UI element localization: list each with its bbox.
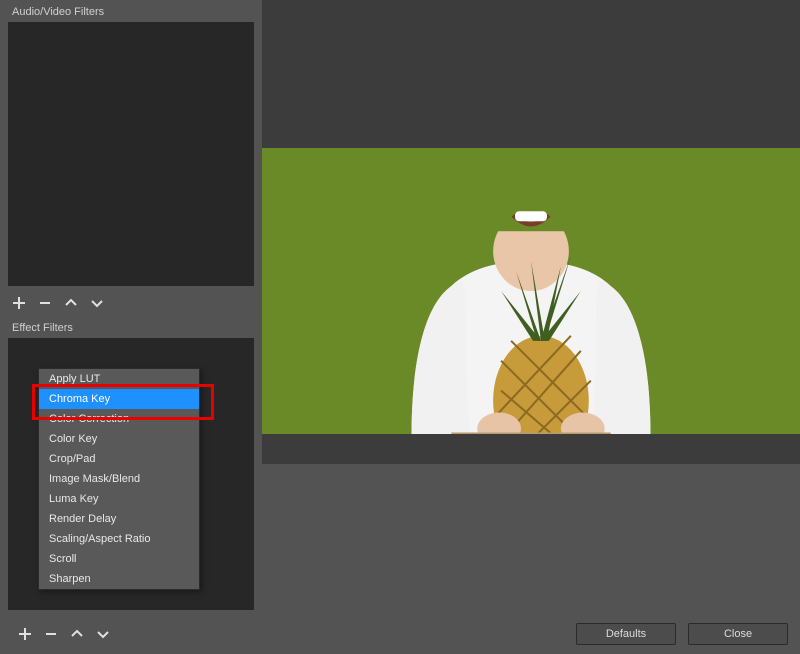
sidebar: Audio/Video Filters Effect Filters Apply… [0, 0, 262, 614]
remove-button[interactable] [36, 294, 54, 312]
move-down-button[interactable] [88, 294, 106, 312]
footer: Defaults Close [0, 614, 800, 654]
add-button[interactable] [10, 294, 28, 312]
defaults-button[interactable]: Defaults [576, 623, 676, 645]
effect-menu-item[interactable]: Image Mask/Blend [39, 469, 199, 489]
preview-area [262, 0, 800, 614]
effect-menu-item[interactable]: Luma Key [39, 489, 199, 509]
effect-filters-list[interactable]: Apply LUTChroma KeyColor CorrectionColor… [8, 338, 254, 610]
effect-menu-item[interactable]: Render Delay [39, 509, 199, 529]
audio-video-filters-title: Audio/Video Filters [0, 0, 262, 22]
remove-button[interactable] [42, 625, 60, 643]
effect-menu-item[interactable]: Scaling/Aspect Ratio [39, 529, 199, 549]
effect-menu-item[interactable]: Apply LUT [39, 369, 199, 389]
effect-menu-item[interactable]: Color Correction [39, 409, 199, 429]
effect-filters-title: Effect Filters [0, 316, 262, 338]
effect-filter-menu[interactable]: Apply LUTChroma KeyColor CorrectionColor… [38, 368, 200, 590]
close-button[interactable]: Close [688, 623, 788, 645]
move-up-button[interactable] [68, 625, 86, 643]
add-button[interactable] [16, 625, 34, 643]
move-up-button[interactable] [62, 294, 80, 312]
move-down-button[interactable] [94, 625, 112, 643]
effect-menu-item[interactable]: Chroma Key [39, 389, 199, 409]
effect-menu-item[interactable]: Color Key [39, 429, 199, 449]
effect-menu-item[interactable]: Sharpen [39, 569, 199, 589]
audio-video-toolbar [0, 290, 262, 316]
preview-stage [262, 0, 800, 614]
audio-video-filters-list[interactable] [8, 22, 254, 286]
effect-menu-item[interactable]: Scroll [39, 549, 199, 569]
effect-menu-item[interactable]: Crop/Pad [39, 449, 199, 469]
preview-image [262, 148, 800, 434]
